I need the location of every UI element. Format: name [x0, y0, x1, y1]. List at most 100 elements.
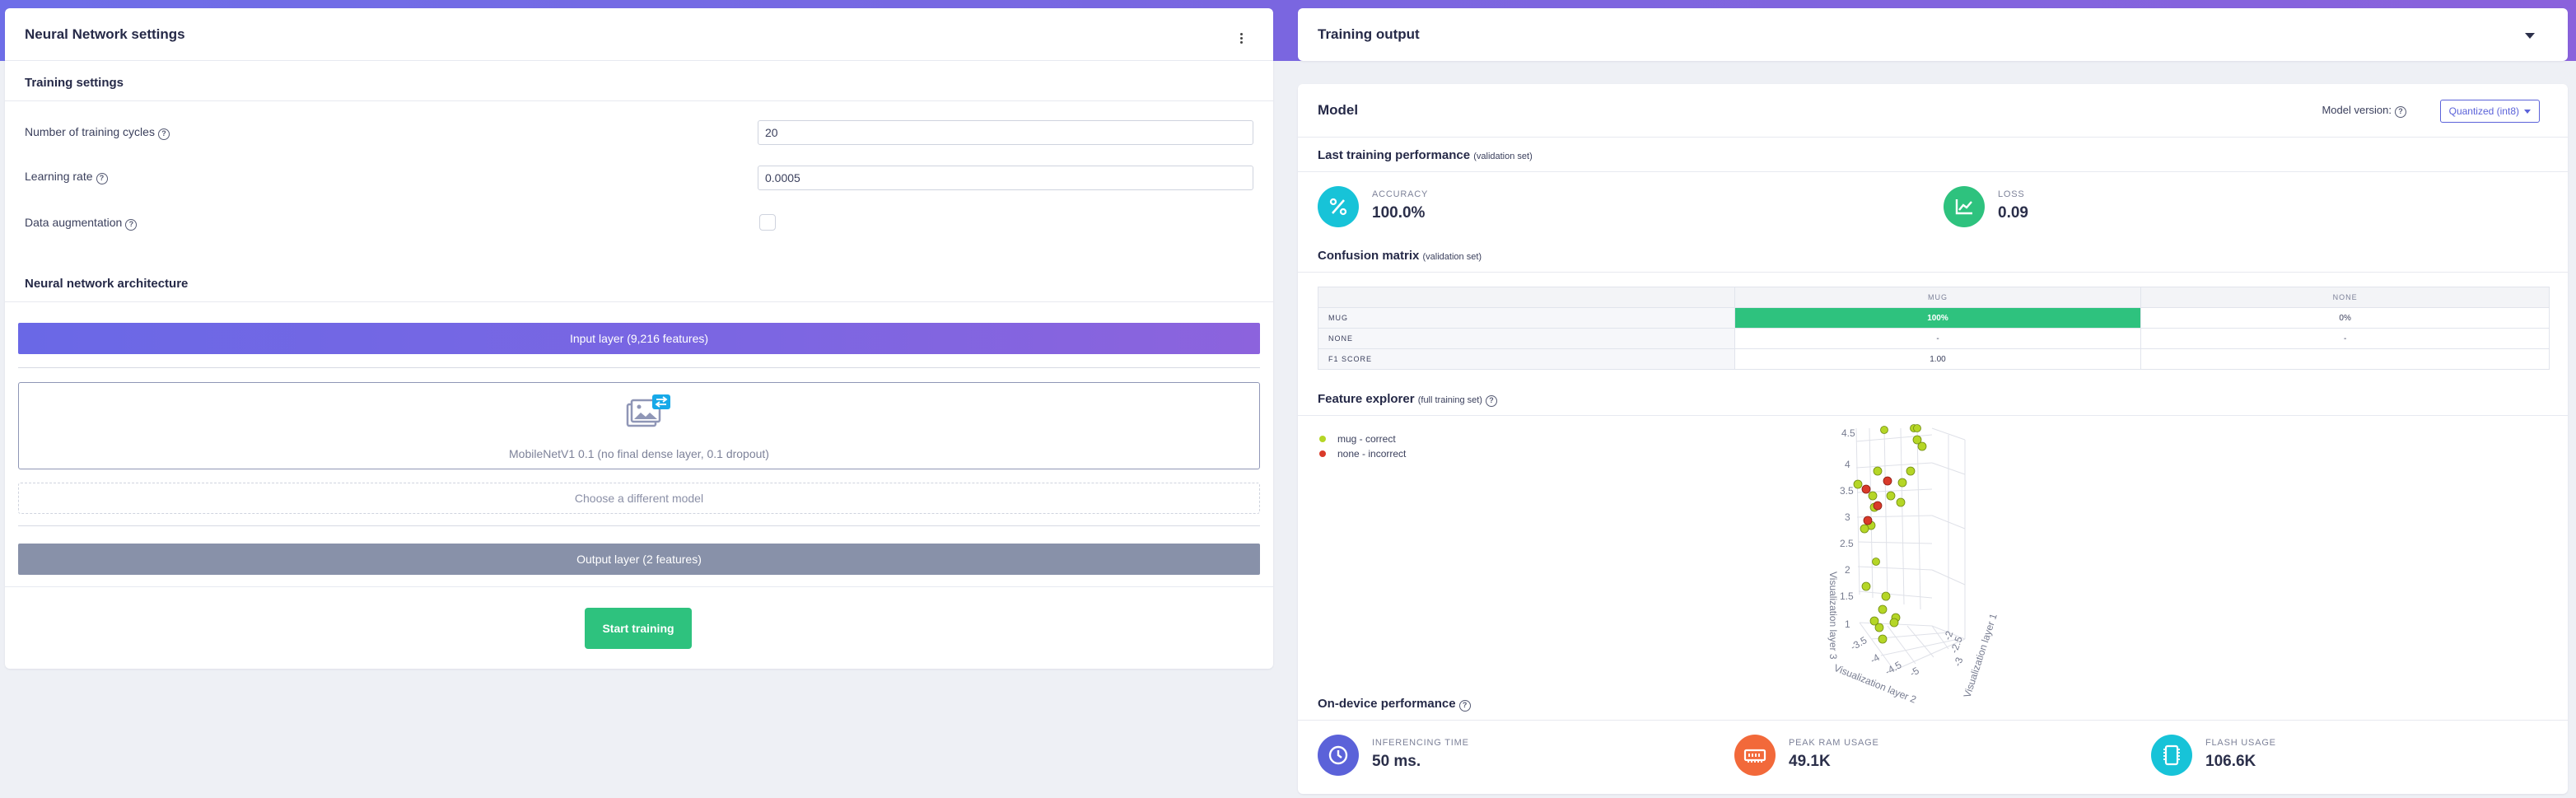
chart-icon [1944, 186, 1985, 227]
scatter-points-incorrect [1861, 476, 1892, 525]
svg-text:4.5: 4.5 [1841, 427, 1855, 439]
divider [1298, 720, 2568, 721]
last-performance-title: Last training performance (validation se… [1318, 148, 1533, 162]
data-augmentation-checkbox[interactable] [759, 214, 776, 231]
output-layer-bar[interactable]: Output layer (2 features) [18, 544, 1260, 575]
svg-text:1: 1 [1845, 618, 1850, 630]
scatter-points [1853, 424, 1927, 644]
choose-model-button[interactable]: Choose a different model [18, 483, 1260, 514]
divider [5, 586, 1273, 587]
feature-explorer-title: Feature explorer (full training set)? [1318, 392, 1497, 407]
table-row: NONE - - [1318, 328, 2550, 349]
help-icon[interactable]: ? [2395, 106, 2406, 118]
card-header: Neural Network settings [5, 8, 1273, 61]
peak-ram-value: 49.1K [1789, 753, 1831, 770]
accuracy-label: ACCURACY [1372, 189, 1429, 199]
help-icon[interactable]: ? [125, 219, 138, 231]
model-card: Model Model version:? Quantized (int8) L… [1298, 84, 2568, 794]
svg-text:2.5: 2.5 [1840, 538, 1854, 549]
z-axis-ticks: 4.5 4 3.5 3 2.5 2 1.5 1 [1840, 427, 1855, 630]
image-stack-icon [626, 394, 670, 427]
help-icon[interactable]: ? [1485, 395, 1497, 407]
svg-text:1.5: 1.5 [1840, 590, 1854, 602]
loss-label: LOSS [1998, 189, 2025, 199]
model-title: Model [1318, 102, 1359, 118]
legend-item-correct[interactable]: mug - correct [1319, 433, 1396, 445]
inferencing-time-value: 50 ms. [1372, 753, 1421, 770]
training-settings-title: Training settings [25, 76, 124, 90]
card-title: Training output [1318, 26, 1420, 42]
dot-icon [1319, 450, 1326, 457]
row-label: F1 SCORE [1318, 348, 1735, 370]
card-title: Neural Network settings [25, 26, 185, 42]
divider [1298, 171, 2568, 172]
confusion-matrix-title: Confusion matrix (validation set) [1318, 249, 1482, 263]
feature-explorer-3d-plot[interactable]: 4.5 4 3.5 3 2.5 2 1.5 1 -3.5 -4 -4.5 -5 … [1825, 423, 2014, 769]
z-axis-label: Visualization layer 3 [1827, 572, 1839, 660]
peak-ram-label: PEAK RAM USAGE [1789, 738, 1879, 748]
kebab-icon[interactable] [1239, 33, 1244, 46]
clock-icon [1318, 735, 1359, 776]
training-cycles-input[interactable] [758, 120, 1253, 145]
help-icon[interactable]: ? [157, 128, 170, 140]
divider [5, 100, 1273, 101]
inferencing-time-label: INFERENCING TIME [1372, 738, 1469, 748]
model-name: MobileNetV1 0.1 (no final dense layer, 0… [509, 447, 769, 460]
svg-text:-4.5: -4.5 [1883, 659, 1904, 678]
x-axis-label: Visualization layer 2 [1832, 662, 1918, 706]
row-label: MUG [1318, 307, 1735, 329]
y-axis-ticks: -2 -2.5 -3 [1942, 629, 1966, 668]
on-device-title: On-device performance? [1318, 697, 1471, 712]
chevron-down-icon [2524, 110, 2531, 114]
table-cell: 1.00 [1734, 348, 2142, 370]
svg-text:4: 4 [1845, 459, 1850, 470]
flash-usage-value: 106.6K [2205, 753, 2256, 770]
svg-text:-3.5: -3.5 [1849, 634, 1869, 653]
help-icon[interactable]: ? [96, 173, 108, 184]
svg-text:-3: -3 [1952, 656, 1966, 668]
model-version-label: Model version:? [2322, 104, 2406, 118]
svg-text:2: 2 [1845, 564, 1850, 576]
flash-chip-icon [2151, 735, 2192, 776]
help-icon[interactable]: ? [1458, 700, 1471, 712]
divider [1298, 272, 2568, 273]
table-cell: - [2140, 328, 2550, 349]
svg-text:-4: -4 [1869, 651, 1883, 666]
accuracy-value: 100.0% [1372, 204, 1426, 222]
percent-icon [1318, 186, 1359, 227]
model-version-select[interactable]: Quantized (int8) [2439, 100, 2540, 123]
model-block[interactable]: MobileNetV1 0.1 (no final dense layer, 0… [18, 382, 1260, 469]
training-output-header-card[interactable]: Training output [1298, 8, 2568, 61]
row-label: NONE [1318, 328, 1735, 349]
ram-icon [1734, 735, 1776, 776]
confusion-matrix-table: MUG NONE MUG 100% 0% NONE - - F1 SCORE 1… [1318, 287, 2550, 370]
table-cell: - [1734, 328, 2142, 349]
architecture-title: Neural network architecture [25, 277, 189, 291]
table-header-cell: MUG [1734, 287, 2142, 308]
input-layer-bar[interactable]: Input layer (9,216 features) [18, 323, 1260, 354]
learning-rate-input[interactable] [758, 166, 1253, 190]
svg-text:3.5: 3.5 [1840, 485, 1854, 497]
connector-line [18, 367, 1260, 368]
flash-usage-label: FLASH USAGE [2205, 738, 2276, 748]
divider [1298, 415, 2568, 416]
table-cell [2140, 348, 2550, 370]
table-cell: 0% [2140, 307, 2550, 329]
y-axis-label: Visualization layer 1 [1962, 612, 2000, 699]
table-cell: 100% [1734, 307, 2142, 329]
loss-value: 0.09 [1998, 204, 2028, 222]
divider [1298, 137, 2568, 138]
svg-text:-5: -5 [1908, 665, 1922, 679]
divider [5, 301, 1273, 302]
table-row: F1 SCORE 1.00 [1318, 348, 2550, 370]
chevron-down-icon[interactable] [2525, 33, 2535, 39]
start-training-button[interactable]: Start training [585, 608, 692, 649]
data-augmentation-label: Data augmentation? [25, 216, 138, 231]
learning-rate-label: Learning rate? [25, 170, 108, 184]
svg-text:3: 3 [1845, 511, 1850, 523]
neural-network-settings-card: Neural Network settings Training setting… [5, 8, 1273, 669]
connector-line [18, 525, 1260, 526]
table-header-cell: NONE [2140, 287, 2550, 308]
legend-item-incorrect[interactable]: none - incorrect [1319, 448, 1406, 460]
table-header-cell [1318, 287, 1735, 308]
